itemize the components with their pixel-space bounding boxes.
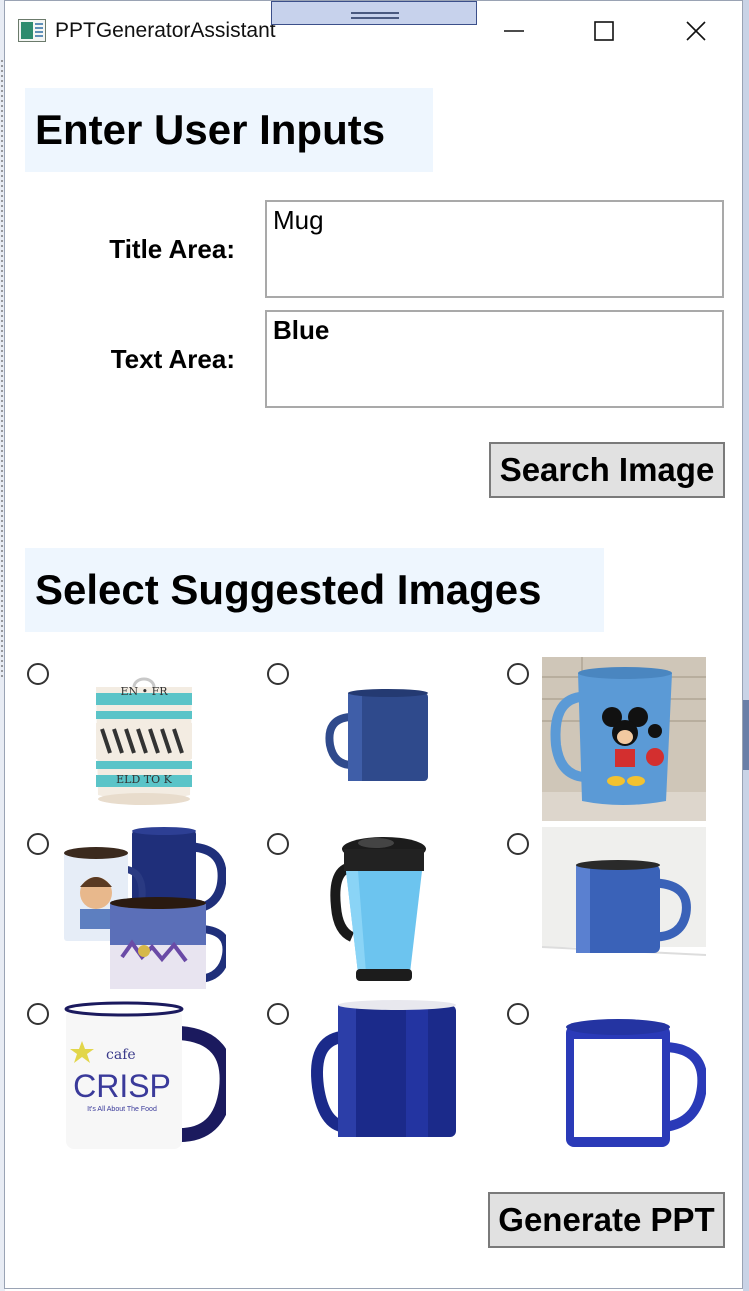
crisp-text: CRISP (73, 1068, 171, 1104)
image-radio-2[interactable] (267, 663, 289, 685)
close-icon (686, 21, 706, 41)
navy-mug-icon (311, 1000, 456, 1137)
maximize-button[interactable] (581, 13, 627, 49)
travel-tumbler-image[interactable] (302, 827, 466, 991)
image-radio-3[interactable] (507, 663, 529, 685)
image-radio-4[interactable] (27, 833, 49, 855)
cafe-crisp-mug-image[interactable]: cafe CRISP It's All About The Food (62, 997, 226, 1161)
title-bar[interactable]: PPTGeneratorAssistant (5, 1, 742, 59)
striped-mug-icon: EN • FR ELD TO K (96, 677, 192, 805)
navy-mug-image[interactable] (302, 997, 466, 1161)
cafe-crisp-mug-icon: cafe CRISP It's All About The Food (64, 1001, 226, 1149)
close-button[interactable] (673, 13, 719, 49)
title-area-label: Title Area: (109, 234, 235, 264)
enamel-blue-mug-icon (542, 827, 706, 991)
small-navy-mug-icon (325, 689, 428, 781)
background-desktop-band (743, 700, 749, 770)
striped-mug-band-text: EN • FR (120, 685, 168, 698)
background-dotted-line (1, 60, 3, 680)
mickey-mouse-mug-image[interactable] (542, 657, 706, 821)
image-radio-9[interactable] (507, 1003, 529, 1025)
app-window: PPTGeneratorAssistant Enter User Inputs … (4, 0, 743, 1289)
image-radio-6[interactable] (507, 833, 529, 855)
cafe-text: cafe (106, 1047, 136, 1063)
photo-magic-mugs-image[interactable] (62, 827, 226, 991)
mickey-mug-icon (542, 657, 706, 821)
minimize-icon (504, 30, 524, 32)
text-area-input[interactable]: Blue (265, 310, 724, 408)
user-inputs-header: Enter User Inputs (25, 88, 433, 172)
enamel-blue-mug-image[interactable] (542, 827, 706, 991)
white-panel-blue-mug-image[interactable] (542, 997, 706, 1161)
photo-magic-mugs-icon (64, 827, 226, 989)
drag-handle[interactable] (271, 1, 477, 25)
striped-mug-bottom-text: ELD TO K (116, 773, 173, 786)
maximize-icon (594, 21, 614, 41)
travel-tumbler-icon (330, 837, 426, 981)
generate-ppt-button[interactable]: Generate PPT (488, 1192, 725, 1248)
image-radio-8[interactable] (267, 1003, 289, 1025)
title-area-input[interactable]: Mug (265, 200, 724, 298)
image-radio-1[interactable] (27, 663, 49, 685)
text-area-label: Text Area: (110, 344, 235, 374)
app-icon (18, 19, 46, 42)
suggested-images-header: Select Suggested Images (25, 548, 604, 632)
striped-mug-image[interactable]: EN • FR ELD TO K (62, 657, 226, 821)
white-panel-blue-mug-icon (566, 1019, 706, 1147)
small-navy-mug-image[interactable] (302, 657, 466, 821)
background-desktop-right (743, 0, 749, 1291)
image-radio-7[interactable] (27, 1003, 49, 1025)
minimize-button[interactable] (491, 13, 537, 49)
crisp-tagline-text: It's All About The Food (87, 1106, 157, 1113)
search-image-button[interactable]: Search Image (489, 442, 725, 498)
window-title: PPTGeneratorAssistant (55, 19, 276, 42)
image-radio-5[interactable] (267, 833, 289, 855)
